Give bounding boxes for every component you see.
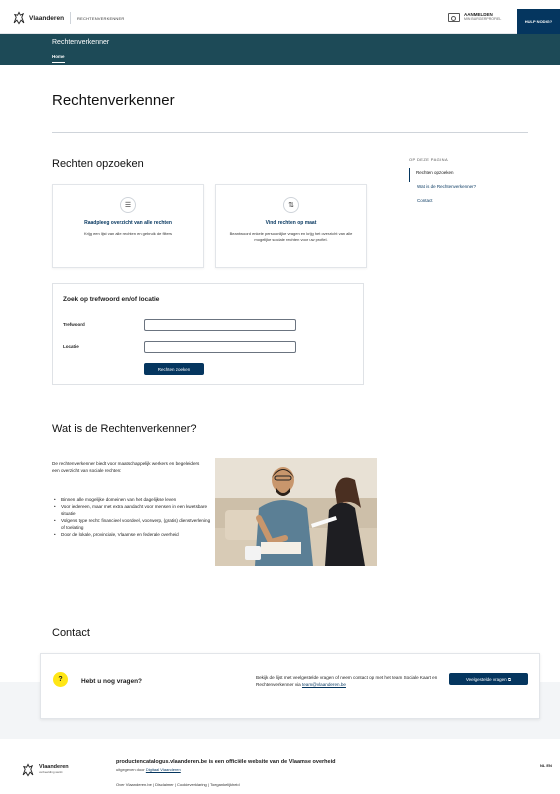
card-title[interactable]: Vind rechten op maat (216, 220, 366, 226)
keyword-input[interactable] (144, 319, 296, 331)
global-header: Vlaanderen RECHTENVERKENNER AANMELDEN MI… (0, 0, 560, 34)
brand-name: Vlaanderen (29, 14, 65, 22)
login-link[interactable]: AANMELDEN MIN BURGERPROFIEL (448, 12, 501, 22)
toc-item-about[interactable]: Wat is de Rechtenverkenner? (409, 182, 527, 196)
footer-tagline: verbeelding werkt (39, 770, 63, 774)
contact-question: Hebt u nog vragen? (81, 678, 143, 685)
id-card-icon (448, 12, 460, 22)
site-title[interactable]: Rechtenverkenner (52, 39, 109, 46)
search-box: Zoek op trefwoord en/of locatie Trefwoor… (52, 283, 364, 385)
section-heading-about: Wat is de Rechtenverkenner? (52, 423, 197, 435)
language-switch[interactable]: NL EN (540, 763, 552, 768)
card-title[interactable]: Raadpleeg overzicht van alle rechten (53, 220, 203, 226)
filter-icon: ⇅ (283, 197, 299, 213)
list-item: Binnen alle mogelijke domeinen van het d… (52, 496, 212, 503)
footer-links[interactable]: Over Vlaanderen.be | Disclaimer | Cookie… (116, 782, 240, 787)
logo-divider (70, 12, 72, 24)
list-item: Door de lokale, provinciale, Vlaamse en … (52, 531, 212, 538)
page-title: Rechtenverkenner (52, 92, 175, 109)
question-icon: ? (53, 672, 68, 687)
footer-logo[interactable]: Vlaanderen verbeelding werkt (21, 763, 69, 777)
footer-publisher-link[interactable]: Digitaal Vlaanderen (146, 767, 181, 772)
footer-title: productencatalogus.vlaanderen.be is een … (116, 759, 336, 765)
keyword-label: Trefwoord (63, 322, 85, 327)
entity-name: RECHTENVERKENNER (77, 15, 125, 21)
footer-publisher: uitgegeven door Digitaal Vlaanderen (116, 767, 181, 772)
search-title: Zoek op trefwoord en/of locatie (63, 296, 160, 303)
toc-item-contact[interactable]: Contact (409, 196, 527, 210)
contact-text: Bekijk de lijst met veelgestelde vragen … (256, 675, 448, 688)
faq-button[interactable]: Veelgestelde vragen ⧉ (449, 673, 528, 685)
tab-home[interactable]: Home (52, 54, 65, 63)
card-text: Beantwoord enkele persoonlijke vragen en… (229, 231, 353, 242)
consultation-photo (215, 458, 377, 566)
list-item: Volgens type recht: financieel voordeel,… (52, 517, 212, 531)
card-all-rights[interactable]: ☰ Raadpleeg overzicht van alle rechten K… (52, 184, 204, 268)
search-rights-button[interactable]: Rechten zoeken (144, 363, 204, 375)
footer-sub-prefix: uitgegeven door (116, 767, 145, 772)
section-heading-search: Rechten opzoeken (52, 158, 144, 170)
help-button[interactable]: HULP NODIG? (517, 9, 560, 34)
vlaanderen-logo[interactable]: Vlaanderen RECHTENVERKENNER (12, 11, 124, 25)
card-custom-rights[interactable]: ⇅ Vind rechten op maat Beantwoord enkele… (215, 184, 367, 268)
login-subtitle: MIN BURGERPROFIEL (464, 17, 502, 21)
external-link-icon: ⧉ (507, 676, 512, 682)
card-text: Krijg een lijst van alle rechten en gebr… (83, 231, 173, 236)
faq-button-label: Veelgestelde vragen (465, 676, 507, 682)
location-label: Locatie (63, 344, 79, 349)
contact-email-link[interactable]: team@vlaanderen.be (302, 682, 346, 687)
about-intro: De rechtenverkenner biedt voor maatschap… (52, 461, 200, 473)
title-divider (52, 132, 528, 133)
list-icon: ☰ (120, 197, 136, 213)
toc-label: OP DEZE PAGINA (409, 157, 449, 162)
toc-item-search[interactable]: Rechten opzoeken (409, 168, 527, 182)
site-nav: Rechtenverkenner Home (0, 34, 560, 65)
toc-list: Rechten opzoeken Wat is de Rechtenverken… (409, 168, 527, 210)
about-list: Binnen alle mogelijke domeinen van het d… (52, 496, 212, 538)
location-input[interactable] (144, 341, 296, 353)
lion-icon (13, 11, 25, 25)
lion-icon (22, 763, 34, 777)
contact-description: Bekijk de lijst met veelgestelde vragen … (256, 675, 438, 687)
list-item: Voor iedereen, maar met extra aandacht v… (52, 503, 212, 517)
section-heading-contact: Contact (52, 627, 90, 639)
contact-box: ? Hebt u nog vragen? Bekijk de lijst met… (40, 653, 540, 719)
